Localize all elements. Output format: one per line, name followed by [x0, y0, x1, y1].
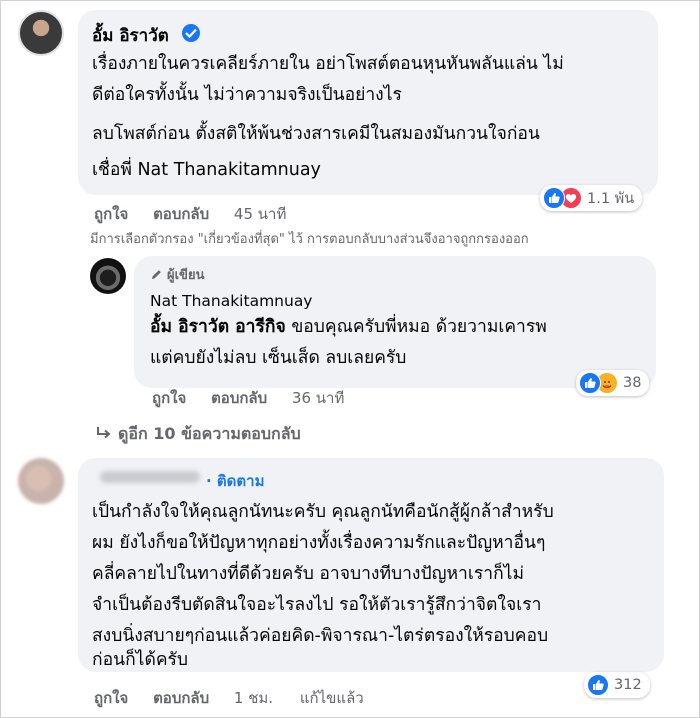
- comment-text-line: ผม ยังไงก็ขอให้ปัญหาทุกอย่างทั้งเรื่องคว…: [92, 533, 546, 553]
- reply-text-line: แต่คบยังไม่ลบ เซ็นเส็ด ลบเลยครับ: [150, 348, 407, 368]
- like-button[interactable]: ถูกใจ: [94, 686, 128, 710]
- comment-text-line: เรื่องภายในควรเคลียร์ภายใน อย่าโพสต์ตอนห…: [92, 54, 564, 74]
- reaction-summary[interactable]: 1.1 พัน: [540, 185, 643, 211]
- reaction-summary[interactable]: 312: [584, 672, 650, 698]
- view-more-replies-label: ดูอีก 10 ข้อความตอบกลับ: [118, 424, 301, 443]
- comment-actions: ถูกใจ ตอบกลับ 45 นาที: [94, 202, 286, 226]
- comment-text-line: เชื่อพี่ Nat Thanakitamnuay: [92, 160, 321, 180]
- like-reaction-icon: [579, 372, 601, 394]
- reaction-summary[interactable]: 38: [576, 370, 650, 396]
- reaction-count: 312: [614, 677, 642, 693]
- comment-text-line: เป็นกำลังใจให้คุณลูกนัทนะครับ คุณลูกนัทค…: [92, 502, 554, 522]
- avatar[interactable]: [18, 10, 64, 56]
- comment-text-line: คลี่คลายไปในทางที่ดีด้วยครับ อาจบางทีบาง…: [92, 564, 524, 584]
- comment-text-line: ดีต่อใครทั้งนั้น ไม่ว่าความจริงเป็นอย่าง…: [92, 85, 402, 105]
- edited-label[interactable]: แก้ไขแล้ว: [300, 686, 364, 710]
- reply-button[interactable]: ตอบกลับ: [211, 386, 267, 410]
- like-reaction-icon: [543, 187, 565, 209]
- blurred-author-name[interactable]: [100, 471, 200, 483]
- reply-button[interactable]: ตอบกลับ: [153, 202, 209, 226]
- filter-notice: มีการเลือกตัวกรอง "เกี่ยวข้องที่สุด" ไว้…: [90, 232, 529, 247]
- reply-button[interactable]: ตอบกลับ: [153, 686, 209, 710]
- author-badge-label: ผู้เขียน: [167, 268, 205, 283]
- comment-actions: ถูกใจ ตอบกลับ 1 ชม. แก้ไขแล้ว: [94, 686, 364, 710]
- comment-text-line: ก่อนก็ได้ครับ: [92, 650, 189, 670]
- author-badge: ผู้เขียน: [150, 264, 204, 285]
- like-reaction-icon: [587, 674, 609, 696]
- avatar[interactable]: [90, 258, 126, 294]
- view-more-replies[interactable]: ดูอีก 10 ข้อความตอบกลับ: [96, 422, 301, 447]
- reply-author[interactable]: Nat Thanakitamnuay: [150, 292, 313, 310]
- comment-text-line: ลบโพสต์ก่อน ตั้งสติให้พ้นช่วงสารเคมีในสม…: [92, 124, 540, 144]
- comment-text-line: จำเป็นต้องรีบตัดสินใจอะไรลงไป รอให้ตัวเร…: [92, 595, 542, 615]
- reply-arrow-icon: [97, 427, 111, 439]
- comment-timestamp[interactable]: 45 นาที: [234, 202, 286, 226]
- reply-timestamp[interactable]: 36 นาที: [292, 386, 344, 410]
- reply-actions: ถูกใจ ตอบกลับ 36 นาที: [152, 386, 344, 410]
- comment-author[interactable]: อั้ม อิราวัต: [92, 22, 169, 49]
- reply-text: ขอบคุณครับพี่หมอ ด้วยวามเคารพ: [285, 317, 547, 337]
- like-button[interactable]: ถูกใจ: [152, 386, 186, 410]
- mention-link[interactable]: อั้ม อิราวัต อารีกิจ: [150, 317, 286, 337]
- verified-badge-icon: [182, 24, 200, 42]
- reaction-count: 1.1 พัน: [587, 190, 635, 207]
- reaction-count: 38: [623, 375, 642, 391]
- reply-text-line: อั้ม อิราวัต อารีกิจ ขอบคุณครับพี่หมอ ด้…: [150, 312, 547, 343]
- comment-timestamp[interactable]: 1 ชม.: [234, 686, 273, 710]
- pencil-icon: [152, 270, 161, 279]
- like-button[interactable]: ถูกใจ: [94, 202, 128, 226]
- follow-button[interactable]: · ติดตาม: [206, 469, 264, 493]
- avatar[interactable]: [18, 458, 64, 504]
